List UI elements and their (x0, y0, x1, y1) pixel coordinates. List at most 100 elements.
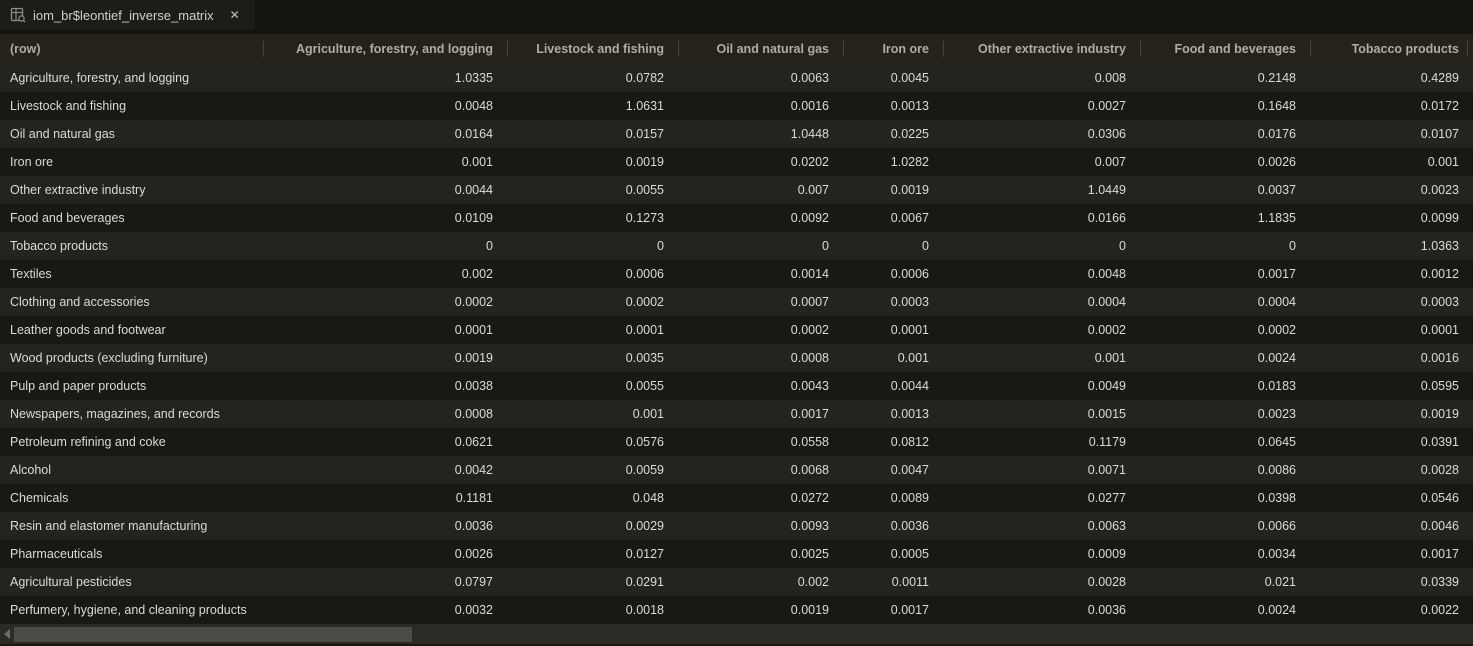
table-cell: 0.0013 (843, 92, 943, 120)
table-cell: 0.008 (943, 64, 1140, 92)
table-cell: 0.0029 (507, 512, 678, 540)
row-label: Agricultural pesticides (0, 568, 263, 596)
scroll-left-arrow-icon[interactable] (0, 624, 14, 644)
column-header[interactable]: Iron ore (843, 34, 943, 64)
table-row: Petroleum refining and coke0.06210.05760… (0, 428, 1473, 456)
table-cell: 0.0004 (943, 288, 1140, 316)
row-label: Resin and elastomer manufacturing (0, 512, 263, 540)
table-cell: 0.001 (507, 400, 678, 428)
table-cell: 0.0391 (1310, 428, 1473, 456)
row-label: Perfumery, hygiene, and cleaning product… (0, 596, 263, 624)
table-cell: 0.0042 (263, 456, 507, 484)
table-cell: 0.0225 (843, 120, 943, 148)
table-row: Pulp and paper products0.00380.0055 0.004… (0, 372, 1473, 400)
table-cell: 0.0055 (507, 372, 678, 400)
table-cell: 0.0006 (843, 260, 943, 288)
table-cell: 0.0017 (678, 400, 843, 428)
table-cell: 0.0157 (507, 120, 678, 148)
table-cell: 0.0017 (1140, 260, 1310, 288)
table-cell: 0.0034 (1140, 540, 1310, 568)
table-cell: 0.0048 (943, 260, 1140, 288)
table-cell: 0.0003 (843, 288, 943, 316)
table-cell: 0.0089 (843, 484, 943, 512)
table-row: Alcohol0.00420.00590.00680.00470.00710.0… (0, 456, 1473, 484)
table-cell: 1.0449 (943, 176, 1140, 204)
table-cell: 0.0022 (1310, 596, 1473, 624)
table-cell: 0.0018 (507, 596, 678, 624)
row-label: Other extractive industry (0, 176, 263, 204)
table-cell: 0.1648 (1140, 92, 1310, 120)
close-icon[interactable]: ✕ (227, 7, 243, 23)
table-cell: 0.0037 (1140, 176, 1310, 204)
table-row: Textiles0.0020.00060.00140.00060.00480.0… (0, 260, 1473, 288)
table-cell: 0.0044 (843, 372, 943, 400)
table-cell: 0.0002 (678, 316, 843, 344)
table-cell: 0.0812 (843, 428, 943, 456)
table-cell: 0.0002 (507, 288, 678, 316)
table-cell: 0.0035 (507, 344, 678, 372)
table-cell: 0.0027 (943, 92, 1140, 120)
table-cell: 1.0448 (678, 120, 843, 148)
table-cell: 1.0282 (843, 148, 943, 176)
data-viewer-tab[interactable]: iom_br$leontief_inverse_matrix ✕ (0, 0, 255, 30)
table-cell: 0.0576 (507, 428, 678, 456)
row-label: Agriculture, forestry, and logging (0, 64, 263, 92)
table-cell: 0 (943, 232, 1140, 260)
table-cell: 0.1273 (507, 204, 678, 232)
table-cell: 0.0015 (943, 400, 1140, 428)
table-cell: 0 (678, 232, 843, 260)
row-label: Clothing and accessories (0, 288, 263, 316)
table-cell: 0.0002 (263, 288, 507, 316)
table-cell: 0.0046 (1310, 512, 1473, 540)
table-cell: 0.4289 (1310, 64, 1473, 92)
table-cell: 0.0001 (263, 316, 507, 344)
table-cell: 0.0272 (678, 484, 843, 512)
table-cell: 0.0005 (843, 540, 943, 568)
table-cell: 0.0023 (1140, 400, 1310, 428)
table-row: Pharmaceuticals0.00260.01270.00250.00050… (0, 540, 1473, 568)
table-cell: 0.0028 (943, 568, 1140, 596)
table-row: Livestock and fishing0.00481.06310.00160… (0, 92, 1473, 120)
table-cell: 0.0026 (263, 540, 507, 568)
column-header[interactable]: Livestock and fishing (507, 34, 678, 64)
column-header[interactable]: Agriculture, forestry, and logging (263, 34, 507, 64)
table-row: Iron ore0.0010.00190.02021.02820.0070.00… (0, 148, 1473, 176)
column-header[interactable]: Food and beverages (1140, 34, 1310, 64)
column-header[interactable]: Tobacco products (1310, 34, 1473, 64)
tab-title: iom_br$leontief_inverse_matrix (33, 8, 214, 23)
table-cell: 0.0176 (1140, 120, 1310, 148)
column-header[interactable]: Oil and natural gas (678, 34, 843, 64)
table-cell: 0.0024 (1140, 344, 1310, 372)
column-header[interactable]: Other extractive industry (943, 34, 1140, 64)
table-cell: 0.0001 (843, 316, 943, 344)
table-cell: 1.0631 (507, 92, 678, 120)
horizontal-scrollbar-thumb[interactable] (14, 627, 412, 642)
table-row: Resin and elastomer manufacturing0.00360… (0, 512, 1473, 540)
table-cell: 0.0025 (678, 540, 843, 568)
table-row: Food and beverages0.01090.12730.00920.00… (0, 204, 1473, 232)
table-cell: 0.0001 (507, 316, 678, 344)
table-cell: 0.0017 (843, 596, 943, 624)
table-cell: 0.0023 (1310, 176, 1473, 204)
data-table-viewer-icon (10, 7, 26, 23)
table-cell: 0.0007 (678, 288, 843, 316)
table-cell: 0.0003 (1310, 288, 1473, 316)
row-label: Pulp and paper products (0, 372, 263, 400)
table-cell: 0.0093 (678, 512, 843, 540)
table-cell: 0.0621 (263, 428, 507, 456)
table-cell: 0.0107 (1310, 120, 1473, 148)
table-cell: 0 (263, 232, 507, 260)
table-cell: 0.0055 (507, 176, 678, 204)
row-label: Food and beverages (0, 204, 263, 232)
table-cell: 0.0001 (1310, 316, 1473, 344)
table-cell: 0.0009 (943, 540, 1140, 568)
table-cell: 0.1179 (943, 428, 1140, 456)
table-cell: 0.0028 (1310, 456, 1473, 484)
table-cell: 0.0038 (263, 372, 507, 400)
table-cell: 0.0063 (678, 64, 843, 92)
table-cell: 0.0048 (263, 92, 507, 120)
table-cell: 0.0032 (263, 596, 507, 624)
grid-header-row: (row) Agriculture, forestry, and logging… (0, 34, 1473, 64)
horizontal-scrollbar[interactable] (0, 624, 1473, 646)
table-cell: 0.001 (943, 344, 1140, 372)
